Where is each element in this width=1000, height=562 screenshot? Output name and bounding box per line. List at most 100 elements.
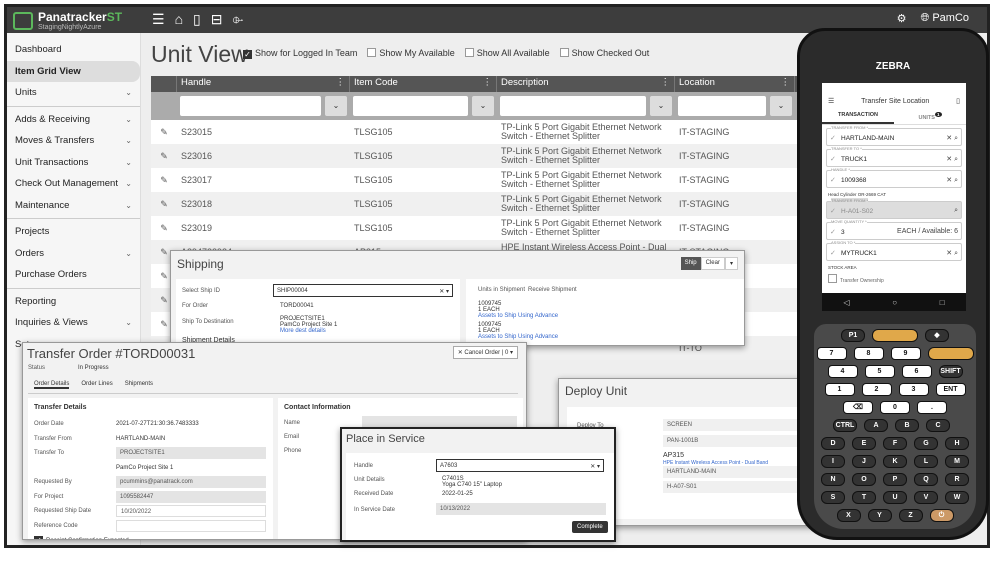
key[interactable]: P1 <box>841 329 865 342</box>
column-header[interactable]: Handle ⋮ <box>177 76 350 92</box>
key[interactable]: N <box>821 473 845 486</box>
key[interactable]: 2 <box>861 383 892 396</box>
menu-icon[interactable]: ☰ <box>152 11 165 28</box>
transfer-ownership-checkbox[interactable]: Transfer Ownership <box>822 271 966 287</box>
key[interactable]: F <box>883 437 907 450</box>
chevron-down-icon[interactable]: ▾ <box>724 257 738 270</box>
filter-checkbox[interactable]: ✓ Show for Logged In Team <box>243 48 357 59</box>
field-value[interactable]: pcummins@panatrack.com <box>116 476 266 488</box>
key[interactable]: O <box>852 473 876 486</box>
filter-checkbox[interactable]: Show Checked Out <box>559 48 649 59</box>
home-icon[interactable]: ○ <box>892 298 897 307</box>
move-quantity-field[interactable]: MOVE QUANTITY * ✓ 3 EACH / Available: 6 <box>826 218 962 240</box>
field-value[interactable]: PROJECTSITE1 <box>116 447 266 459</box>
menu-icon[interactable]: ☰ <box>828 97 834 105</box>
in-service-date-input[interactable]: 10/13/2022 <box>436 503 606 515</box>
key[interactable]: X <box>836 509 861 522</box>
key[interactable]: V <box>914 491 938 504</box>
device-input-field[interactable]: TRANSFER TO * ✓ TRUCK1 ✕ ⌕ <box>826 145 962 167</box>
tab-units-in-shipment[interactable]: Units in Shipment <box>478 287 525 293</box>
org-selector[interactable]: 🌐︎ PamCo <box>920 12 969 25</box>
chevron-down-icon[interactable]: ⌄ <box>472 96 494 116</box>
logo[interactable]: PanatrackerST StagingNightlyAzure <box>13 10 122 31</box>
key[interactable]: ⏻ <box>929 509 954 522</box>
ship-id-select[interactable]: SHIP00004 ✕ ▾ <box>273 284 453 297</box>
sidebar-item[interactable]: Dashboard <box>7 39 140 61</box>
sidebar-item[interactable]: Orders ⌄ <box>7 243 140 265</box>
key[interactable]: C <box>926 419 950 432</box>
chevron-down-icon[interactable]: ⌄ <box>650 96 672 116</box>
key[interactable]: 7 <box>816 347 847 360</box>
key[interactable]: P <box>883 473 907 486</box>
tab-units[interactable]: UNITS1 <box>894 109 966 124</box>
field-value[interactable]: 10/20/2022 <box>116 505 266 517</box>
column-filter-input[interactable] <box>180 96 321 116</box>
field-value[interactable]: 1095582447 <box>116 490 266 503</box>
edit-pencil-icon[interactable]: ✎ <box>151 175 177 185</box>
key[interactable]: J <box>852 455 876 468</box>
clear-button[interactable]: Clear <box>700 257 725 270</box>
assign-to-field[interactable]: ASSIGN TO * ✓ MYTRUCK1 ✕ ⌕ <box>826 239 962 261</box>
key[interactable]: 9 <box>890 347 921 360</box>
key[interactable]: ⌫ <box>843 401 873 414</box>
column-menu-icon[interactable]: ⋮ <box>781 77 791 91</box>
column-filter-input[interactable] <box>678 96 766 116</box>
column-header[interactable]: Description ⋮ <box>497 76 675 92</box>
chevron-down-icon[interactable]: ⌄ <box>325 96 347 116</box>
sidebar-item[interactable]: Moves & Transfers ⌄ <box>7 130 140 152</box>
key[interactable]: SHIFT <box>938 365 963 378</box>
sidebar-item[interactable]: Maintenance ⌄ <box>7 195 140 217</box>
sidebar-item[interactable]: Inquiries & Views ⌄ <box>7 312 140 334</box>
key[interactable]: S <box>821 491 845 504</box>
key[interactable]: 3 <box>898 383 929 396</box>
key[interactable]: 5 <box>864 365 895 378</box>
key[interactable]: B <box>895 419 919 432</box>
tab-receive-shipment[interactable]: Receive Shipment <box>528 287 577 293</box>
column-filter-input[interactable] <box>500 96 646 116</box>
key[interactable]: G <box>914 437 938 450</box>
key[interactable]: M <box>945 455 969 468</box>
checkbox[interactable] <box>464 48 474 57</box>
key[interactable]: Y <box>867 509 892 522</box>
column-menu-icon[interactable]: ⋮ <box>336 77 346 91</box>
receipt-confirmation-checkbox[interactable]: ✓Receipt Confirmation Expected <box>34 536 129 539</box>
column-filter-input[interactable] <box>353 96 468 116</box>
tab-transaction[interactable]: TRANSACTION <box>822 109 894 124</box>
key[interactable]: 6 <box>901 365 932 378</box>
key[interactable]: Q <box>914 473 938 486</box>
edit-pencil-icon[interactable]: ✎ <box>151 127 177 137</box>
document-icon[interactable]: ▯ <box>956 97 960 105</box>
key[interactable]: ENT <box>935 383 966 396</box>
cancel-order-button[interactable]: ✕ Cancel Order | 0 ▾ <box>452 346 518 359</box>
key[interactable]: 1 <box>824 383 855 396</box>
key[interactable]: 4 <box>827 365 858 378</box>
sidebar-item[interactable]: Check Out Management ⌄ <box>7 173 140 195</box>
recents-icon[interactable]: □ <box>940 298 945 307</box>
key[interactable]: K <box>883 455 907 468</box>
key[interactable]: U <box>883 491 907 504</box>
handle-input[interactable]: A7603 ✕ ▾ <box>436 459 604 472</box>
sidebar-item[interactable]: Adds & Receiving ⌄ <box>7 109 140 131</box>
key[interactable]: H <box>945 437 969 450</box>
sidebar-item[interactable]: Projects <box>7 221 140 243</box>
sidebar-item[interactable]: Item Grid View <box>7 60 140 82</box>
key[interactable]: 8 <box>853 347 884 360</box>
chevron-down-icon[interactable]: ⌄ <box>770 96 792 116</box>
key[interactable]: D <box>821 437 845 450</box>
column-header[interactable]: Location ⋮ <box>675 76 795 92</box>
tag-icon[interactable]: ⌱ <box>232 11 243 28</box>
key[interactable]: ◆ <box>925 329 949 342</box>
key[interactable]: CTRL <box>833 419 857 432</box>
key[interactable] <box>872 329 918 342</box>
column-menu-icon[interactable]: ⋮ <box>661 77 671 91</box>
key[interactable]: W <box>945 491 969 504</box>
sidebar-item[interactable]: Reporting <box>7 291 140 313</box>
checkbox[interactable]: ✓ <box>243 50 252 59</box>
edit-pencil-icon[interactable]: ✎ <box>151 199 177 209</box>
sidebar-item[interactable]: Units ⌄ <box>7 82 140 104</box>
key[interactable]: 0 <box>880 401 910 414</box>
tab-order-lines[interactable]: Order Lines <box>81 381 112 389</box>
gear-icon[interactable]: ⚙ <box>897 12 907 25</box>
sidebar-item[interactable]: Unit Transactions ⌄ <box>7 152 140 174</box>
edit-pencil-icon[interactable]: ✎ <box>151 223 177 233</box>
